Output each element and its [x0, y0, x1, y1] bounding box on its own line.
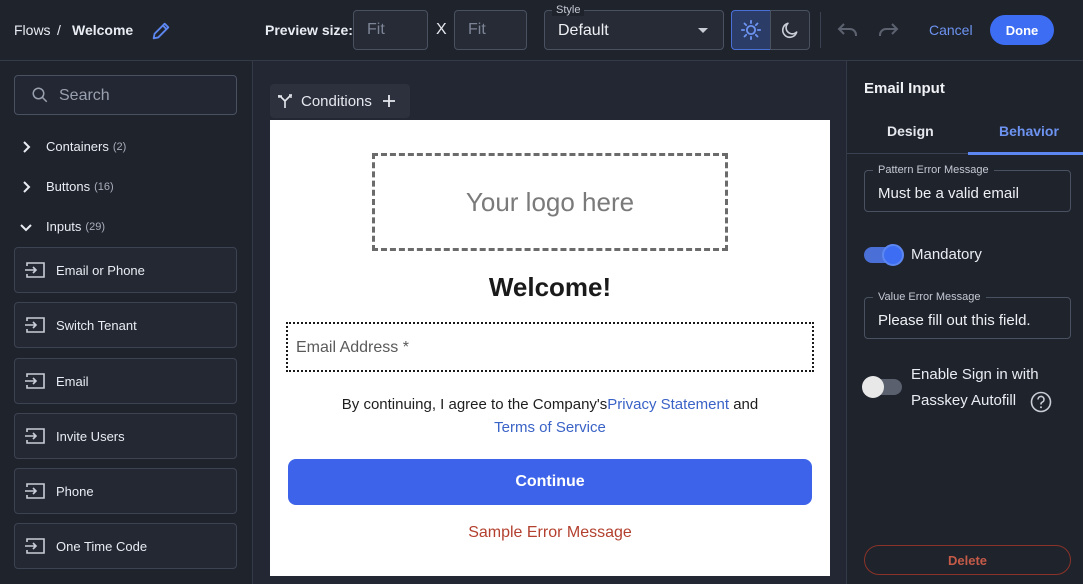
- passkey-label-line2: Passkey Autofill: [911, 392, 1017, 409]
- input-icon: [25, 483, 45, 499]
- group-inputs[interactable]: Inputs (29): [20, 219, 105, 234]
- pattern-error-label: Pattern Error Message: [873, 164, 994, 176]
- component-label: One Time Code: [56, 538, 148, 554]
- breadcrumb-flows[interactable]: Flows: [14, 22, 51, 38]
- error-message: Sample Error Message: [468, 524, 632, 541]
- mandatory-toggle[interactable]: [864, 244, 904, 266]
- redo-icon[interactable]: [876, 20, 900, 40]
- component-item[interactable]: Phone: [14, 468, 237, 514]
- panel-title: Email Input: [864, 80, 945, 97]
- component-label: Switch Tenant: [56, 317, 137, 333]
- pencil-icon[interactable]: [150, 20, 172, 42]
- value-error-label: Value Error Message: [873, 291, 986, 303]
- component-label: Email: [56, 373, 89, 389]
- group-count: (16): [94, 180, 114, 193]
- components-sidebar: Containers (2) Buttons (16) Inputs (29) …: [0, 61, 253, 584]
- screen-preview: Your logo here Welcome! By continuing, I…: [270, 120, 830, 576]
- breadcrumb-separator: /: [57, 22, 61, 38]
- dark-theme-button[interactable]: [770, 10, 810, 50]
- search-input[interactable]: [59, 84, 229, 108]
- group-label: Containers: [46, 139, 109, 154]
- privacy-statement-link[interactable]: Privacy Statement: [607, 396, 729, 413]
- active-tab-indicator: [968, 152, 1083, 155]
- tab-design[interactable]: Design: [887, 123, 934, 139]
- group-buttons[interactable]: Buttons (16): [20, 179, 114, 194]
- value-error-field[interactable]: Value Error Message Please fill out this…: [864, 291, 1071, 339]
- email-input[interactable]: [296, 336, 796, 360]
- chevron-down-icon: [698, 28, 708, 33]
- email-input-component[interactable]: [286, 322, 814, 372]
- branch-icon: [278, 94, 292, 108]
- terms-text: By continuing, I agree to the Company'sP…: [270, 393, 830, 439]
- cancel-button[interactable]: Cancel: [929, 22, 973, 38]
- group-label: Inputs: [46, 219, 82, 234]
- size-separator: X: [436, 21, 447, 38]
- plus-icon[interactable]: [382, 94, 396, 108]
- undo-icon[interactable]: [836, 20, 860, 40]
- component-item[interactable]: Email or Phone: [14, 247, 237, 293]
- style-select-value: Default: [558, 22, 609, 39]
- input-icon: [25, 317, 45, 333]
- toggle-knob: [882, 244, 904, 266]
- preview-size-label: Preview size:: [265, 22, 353, 38]
- component-item[interactable]: Invite Users: [14, 413, 237, 459]
- style-select-label: Style: [552, 4, 585, 16]
- search-box[interactable]: [14, 75, 237, 115]
- toolbar-divider: [820, 12, 821, 48]
- light-theme-button[interactable]: [731, 10, 771, 50]
- terms-of-service-link[interactable]: Terms of Service: [494, 419, 606, 436]
- passkey-autofill-toggle[interactable]: [862, 376, 902, 398]
- chevron-right-icon: [23, 140, 31, 153]
- welcome-heading[interactable]: Welcome!: [270, 272, 830, 303]
- input-icon: [25, 428, 45, 444]
- passkey-label-line1: Enable Sign in with: [911, 366, 1039, 383]
- chevron-right-icon: [23, 180, 31, 193]
- component-item[interactable]: One Time Code: [14, 523, 237, 569]
- input-icon: [25, 373, 45, 389]
- group-label: Buttons: [46, 179, 91, 194]
- mandatory-label: Mandatory: [911, 246, 982, 263]
- terms-prefix: By continuing, I agree to the Company's: [341, 396, 608, 413]
- tab-behavior[interactable]: Behavior: [999, 123, 1059, 139]
- component-label: Phone: [56, 483, 94, 499]
- group-count: (29): [85, 220, 105, 233]
- value-error-value: Please fill out this field.: [878, 312, 1031, 329]
- preview-height-input[interactable]: [454, 10, 527, 50]
- component-label: Email or Phone: [56, 262, 145, 278]
- properties-panel: Email Input Design Behavior Pattern Erro…: [846, 61, 1083, 584]
- pattern-error-value: Must be a valid email: [878, 185, 1019, 202]
- logo-placeholder[interactable]: Your logo here: [372, 153, 728, 251]
- breadcrumb-current: Welcome: [72, 22, 134, 38]
- component-item[interactable]: Email: [14, 358, 237, 404]
- terms-and: and: [733, 396, 759, 413]
- top-bar: Flows / Welcome Preview size: X Style De…: [0, 0, 1083, 61]
- done-button[interactable]: Done: [990, 15, 1054, 45]
- logo-placeholder-text: Your logo here: [465, 186, 635, 217]
- continue-button[interactable]: Continue: [288, 459, 812, 505]
- component-item[interactable]: Switch Tenant: [14, 302, 237, 348]
- input-icon: [25, 262, 45, 278]
- moon-icon: [781, 22, 798, 39]
- delete-button[interactable]: Delete: [864, 545, 1071, 575]
- input-icon: [25, 538, 45, 554]
- help-icon[interactable]: [1030, 391, 1052, 413]
- group-containers[interactable]: Containers (2): [20, 139, 126, 154]
- search-icon: [32, 87, 48, 103]
- pattern-error-field[interactable]: Pattern Error Message Must be a valid em…: [864, 164, 1071, 212]
- conditions-button[interactable]: Conditions: [270, 84, 410, 118]
- group-count: (2): [112, 140, 127, 153]
- preview-width-input[interactable]: [353, 10, 428, 50]
- conditions-label: Conditions: [301, 92, 372, 110]
- chevron-down-icon: [20, 223, 32, 231]
- sun-icon: [740, 19, 762, 41]
- component-label: Invite Users: [56, 428, 125, 444]
- toggle-knob: [862, 376, 884, 398]
